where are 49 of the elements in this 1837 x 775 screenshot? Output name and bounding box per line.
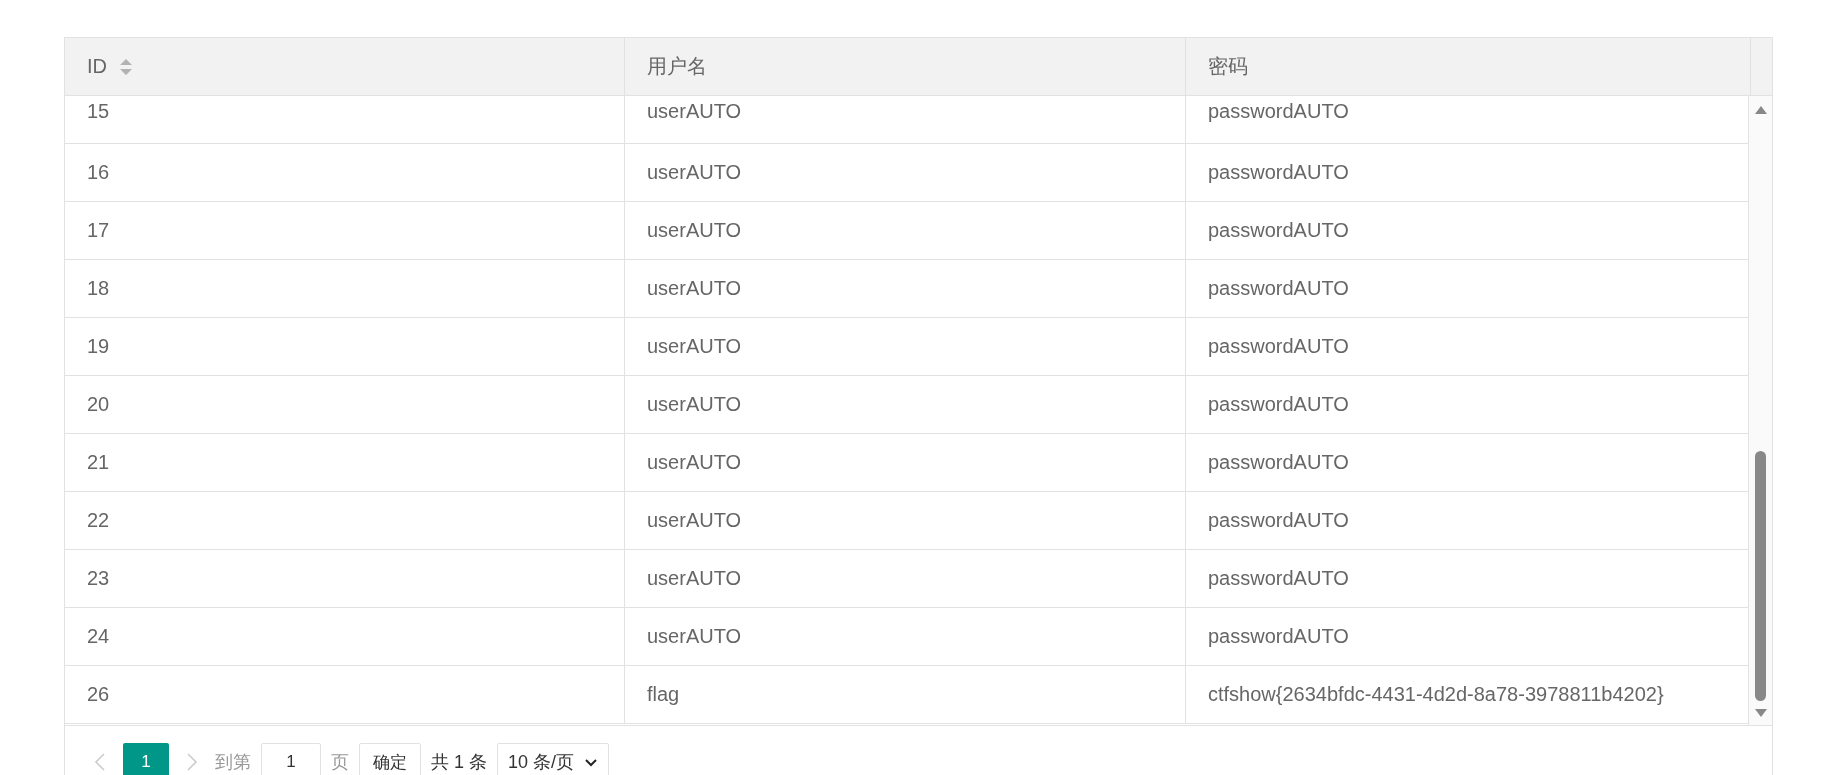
table-cell-text: 23 — [86, 567, 111, 590]
table-cell-text: userAUTO — [646, 100, 743, 123]
table-cell-text: 22 — [86, 509, 111, 532]
table-cell-text: userAUTO — [646, 451, 743, 474]
column-header: 密码 — [1208, 54, 1248, 79]
column-header[interactable]: ID — [87, 55, 107, 78]
sort-icon[interactable] — [119, 57, 133, 76]
table-cell-text: 16 — [86, 161, 111, 184]
table-cell-text: passwordAUTO — [1207, 393, 1350, 416]
table-cell-text: 17 — [86, 219, 111, 242]
table-cell-text: passwordAUTO — [1207, 100, 1350, 123]
table-cell-text: 18 — [86, 277, 111, 300]
table-cell-text: userAUTO — [646, 219, 743, 242]
column-header: 用户名 — [647, 54, 707, 79]
table-cell-text: passwordAUTO — [1207, 277, 1350, 300]
table-cell-text: passwordAUTO — [1207, 625, 1350, 648]
table-cell-text: userAUTO — [646, 509, 743, 532]
scrollbar-thumb[interactable] — [1755, 451, 1766, 701]
table-cell-text: 26 — [86, 683, 111, 706]
table-cell-text: passwordAUTO — [1207, 161, 1350, 184]
page-size-select[interactable]: 10 条/页 — [497, 743, 610, 775]
table-cell-text: userAUTO — [646, 393, 743, 416]
scrollbar[interactable] — [1748, 96, 1772, 725]
table-cell-text: userAUTO — [646, 161, 743, 184]
table-cell-text: passwordAUTO — [1207, 219, 1350, 242]
table-cell-text: 20 — [86, 393, 111, 416]
page-label: 页 — [331, 751, 349, 774]
table-cell-text: userAUTO — [646, 625, 743, 648]
page-input[interactable]: 1 — [261, 743, 321, 775]
confirm-button[interactable]: 确定 — [359, 743, 421, 775]
table-cell-text: passwordAUTO — [1207, 451, 1350, 474]
page-button[interactable]: 1 — [123, 743, 169, 775]
table-cell-text: flag — [646, 683, 681, 706]
goto-label: 到第 — [215, 751, 251, 774]
table-cell-text: userAUTO — [646, 277, 743, 300]
table-cell-text: userAUTO — [646, 567, 743, 590]
table-cell-text: 19 — [86, 335, 111, 358]
table-cell-text: passwordAUTO — [1207, 567, 1350, 590]
table-cell-text: 15 — [86, 100, 111, 123]
scroll-down-icon[interactable] — [1754, 709, 1767, 717]
table-cell-text: 24 — [86, 625, 111, 648]
table-cell-text: userAUTO — [646, 335, 743, 358]
table-cell-text: passwordAUTO — [1207, 509, 1350, 532]
table-cell-text: passwordAUTO — [1207, 335, 1350, 358]
caret-icon — [584, 757, 599, 767]
table-cell-text: 21 — [86, 451, 111, 474]
scroll-up-icon[interactable] — [1754, 106, 1767, 114]
table-cell-text: ctfshow{2634bfdc-4431-4d2d-8a78-3978811b4202} — [1207, 683, 1665, 706]
total-count: 共 1 条 — [431, 751, 487, 774]
